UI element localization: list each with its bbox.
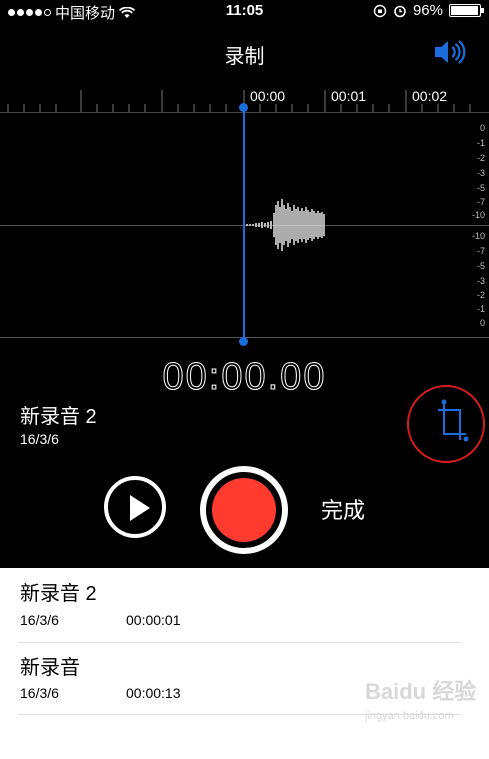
play-button[interactable] [104, 476, 166, 538]
record-icon [212, 478, 276, 542]
orientation-lock-icon [373, 4, 387, 17]
db-label: 0 [479, 318, 485, 328]
db-label: -3 [476, 276, 485, 286]
db-label: -1 [476, 138, 485, 148]
db-label: -10 [471, 231, 485, 241]
db-label: -1 [476, 304, 485, 314]
db-label: -5 [476, 261, 485, 271]
db-label: -7 [476, 246, 485, 256]
ruler-label-2: 00:02 [412, 88, 448, 104]
recording-duration: 00:00:13 [126, 685, 181, 701]
recording-duration: 00:00:01 [126, 612, 181, 628]
db-label: -10 [471, 210, 485, 220]
recording-list-item[interactable]: 新录音 2 16/3/6 00:00:01 [0, 569, 489, 641]
recording-name: 新录音 [20, 657, 80, 679]
ruler-label-0: 00:00 [250, 88, 286, 104]
play-icon [130, 495, 150, 521]
db-label: -2 [476, 290, 485, 300]
watermark-brand: Baidu 经验 [365, 679, 477, 704]
playhead-top-handle[interactable] [239, 103, 248, 112]
trim-icon[interactable] [436, 398, 470, 444]
recording-date: 16/3/6 [20, 612, 59, 628]
current-recording-name[interactable]: 新录音 2 [20, 400, 97, 429]
playhead-bottom-handle[interactable] [239, 337, 248, 346]
db-label: -5 [476, 183, 485, 193]
baidu-watermark: Baidu 经验 jingyan.baidu.com [365, 680, 476, 728]
recording-date: 16/3/6 [20, 685, 59, 701]
current-recording-date: 16/3/6 [20, 431, 59, 447]
battery-percent: 96% [412, 2, 443, 19]
page-title: 录制 [224, 46, 265, 68]
status-right: 96% [373, 2, 484, 19]
watermark-url: jingyan.baidu.com [365, 710, 454, 722]
battery-icon [449, 4, 484, 17]
db-label: -7 [476, 197, 485, 207]
recording-name: 新录音 2 [20, 583, 97, 605]
done-button[interactable]: 完成 [321, 493, 365, 525]
playhead[interactable] [243, 107, 245, 342]
db-label: -2 [476, 153, 485, 163]
ruler-label-1: 00:01 [331, 88, 367, 104]
elapsed-timer: 00:00.00 [162, 356, 327, 399]
status-bar: 中国移动 11:05 96% [0, 0, 489, 22]
alarm-icon [394, 5, 406, 17]
db-label: 0 [479, 123, 485, 133]
speaker-volume-icon[interactable] [433, 38, 467, 66]
record-button[interactable] [200, 466, 288, 554]
db-label: -3 [476, 168, 485, 178]
